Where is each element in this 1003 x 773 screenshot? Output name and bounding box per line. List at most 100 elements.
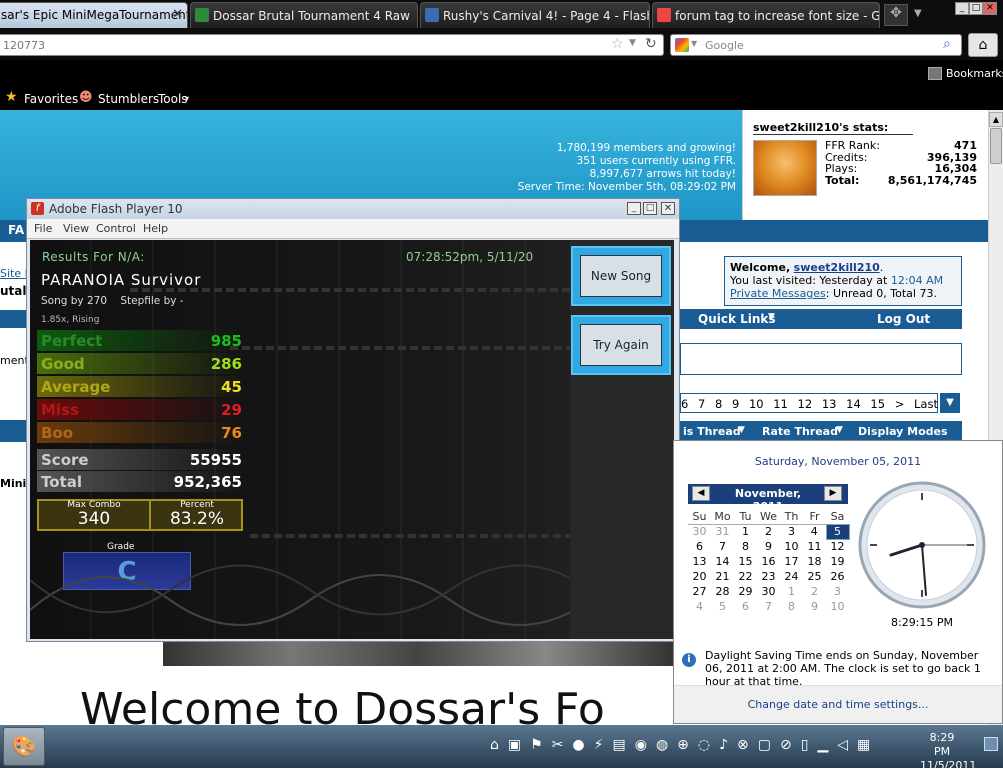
maximize-button[interactable]: □: [969, 2, 983, 15]
display-modes-menu[interactable]: Display Modes: [858, 425, 948, 438]
day-cell[interactable]: 23: [757, 569, 780, 584]
tray-icon[interactable]: ⚡: [594, 737, 613, 753]
home-button[interactable]: ⌂: [968, 33, 998, 57]
day-cell[interactable]: 5: [711, 599, 734, 614]
day-cell[interactable]: 28: [711, 584, 734, 599]
stumblers-button[interactable]: Stumblers: [98, 92, 159, 106]
tray-icon[interactable]: ⊘: [780, 737, 801, 753]
day-cell[interactable]: 6: [734, 599, 757, 614]
private-messages-link[interactable]: Private Messages: [730, 287, 826, 300]
tab-dossar-brutal[interactable]: Dossar Brutal Tournament 4 Raw: [190, 2, 418, 28]
rate-thread-menu[interactable]: Rate Thread: [762, 425, 838, 438]
day-cell[interactable]: 21: [711, 569, 734, 584]
reload-icon[interactable]: ↻: [645, 36, 657, 52]
tray-icon[interactable]: ⚑: [530, 737, 552, 753]
page-link[interactable]: 7: [698, 397, 705, 411]
address-bar[interactable]: 120773 ☆ ▼ ↻: [0, 34, 664, 56]
page-link[interactable]: 8: [715, 397, 722, 411]
thread-tools-menu[interactable]: is Thread: [683, 425, 741, 438]
day-cell[interactable]: 16: [757, 554, 780, 569]
page-link[interactable]: 14: [846, 397, 861, 411]
tab-list-icon[interactable]: ▼: [914, 8, 922, 19]
page-link[interactable]: 12: [798, 397, 813, 411]
scroll-thumb[interactable]: [990, 128, 1002, 164]
paint-taskbar-button[interactable]: 🎨: [3, 727, 45, 766]
close-window-button[interactable]: ✕: [983, 2, 997, 15]
day-cell[interactable]: 7: [711, 539, 734, 554]
day-cell[interactable]: 24: [780, 569, 803, 584]
menu-file[interactable]: File: [34, 222, 52, 235]
speaker-icon[interactable]: ◁: [837, 737, 857, 753]
page-link[interactable]: 10: [749, 397, 764, 411]
favorites-button[interactable]: Favorites: [24, 92, 78, 106]
day-cell[interactable]: 10: [780, 539, 803, 554]
maximize-button[interactable]: □: [643, 202, 657, 215]
tray-icon[interactable]: ✂: [552, 737, 573, 753]
day-cell[interactable]: 3: [826, 584, 849, 599]
day-cell[interactable]: 29: [734, 584, 757, 599]
username-link[interactable]: sweet2kill210: [794, 261, 880, 274]
day-cell[interactable]: 8: [780, 599, 803, 614]
tray-icon[interactable]: ⊕: [677, 737, 698, 753]
scroll-up-icon[interactable]: ▲: [989, 112, 1003, 127]
day-cell[interactable]: 4: [803, 524, 826, 539]
page-link[interactable]: 15: [870, 397, 885, 411]
day-cell[interactable]: 2: [757, 524, 780, 539]
day-cell[interactable]: 26: [826, 569, 849, 584]
quick-links-menu[interactable]: Quick Links: [698, 312, 776, 326]
faq-link[interactable]: FA: [8, 223, 24, 237]
day-cell[interactable]: 6: [688, 539, 711, 554]
tray-icon[interactable]: ●: [572, 737, 593, 753]
day-cell[interactable]: 17: [780, 554, 803, 569]
next-month-button[interactable]: ▶: [824, 486, 842, 501]
bookmark-star-icon[interactable]: ☆: [611, 36, 624, 52]
new-tab-button[interactable]: ✥: [884, 4, 908, 26]
menu-view[interactable]: View: [63, 222, 89, 235]
try-again-button[interactable]: Try Again: [571, 315, 671, 375]
page-link[interactable]: 6: [681, 397, 688, 411]
log-out-link[interactable]: Log Out: [877, 312, 930, 326]
day-cell[interactable]: 20: [688, 569, 711, 584]
day-cell[interactable]: 15: [734, 554, 757, 569]
tab-dossar-epic[interactable]: sar's Epic MiniMegaTournament o... ✕: [0, 2, 188, 28]
close-tab-icon[interactable]: ✕: [172, 7, 183, 22]
menu-control[interactable]: Control: [96, 222, 136, 235]
page-jump-dropdown[interactable]: ▼: [940, 393, 960, 413]
tray-icon[interactable]: ◌: [698, 737, 719, 753]
page-link[interactable]: 13: [822, 397, 837, 411]
day-cell[interactable]: 11: [803, 539, 826, 554]
tray-icon[interactable]: ◍: [656, 737, 677, 753]
page-link[interactable]: 11: [773, 397, 788, 411]
day-cell[interactable]: 25: [803, 569, 826, 584]
close-button[interactable]: ✕: [661, 202, 675, 215]
dropdown-icon[interactable]: ▼: [629, 38, 636, 48]
day-cell[interactable]: 31: [711, 524, 734, 539]
show-desktop-button[interactable]: [984, 737, 998, 751]
search-input[interactable]: ▼ Google ⌕: [670, 34, 962, 56]
day-cell[interactable]: 8: [734, 539, 757, 554]
day-cell[interactable]: 1: [780, 584, 803, 599]
day-cell[interactable]: 18: [803, 554, 826, 569]
day-cell[interactable]: 12: [826, 539, 849, 554]
tray-icon[interactable]: ⊗: [737, 737, 758, 753]
day-cell[interactable]: 30: [757, 584, 780, 599]
menu-help[interactable]: Help: [143, 222, 168, 235]
day-cell[interactable]: 27: [688, 584, 711, 599]
dropdown-icon[interactable]: ▼: [691, 39, 697, 48]
day-cell[interactable]: 9: [803, 599, 826, 614]
day-cell[interactable]: 22: [734, 569, 757, 584]
minimize-button[interactable]: _: [627, 202, 641, 215]
tab-rushys-carnival[interactable]: Rushy's Carnival 4! - Page 4 - FlashFl..…: [420, 2, 650, 28]
tab-google-search[interactable]: forum tag to increase font size - Goo...: [652, 2, 880, 28]
minimize-button[interactable]: _: [955, 2, 969, 15]
day-cell[interactable]: 10: [826, 599, 849, 614]
page-link[interactable]: 9: [732, 397, 739, 411]
calendar-date-header[interactable]: Saturday, November 05, 2011: [674, 455, 1002, 468]
tray-icon[interactable]: ⌂: [490, 737, 508, 753]
day-cell[interactable]: 13: [688, 554, 711, 569]
day-cell[interactable]: 30: [688, 524, 711, 539]
change-date-time-link[interactable]: Change date and time settings...: [674, 698, 1002, 711]
taskbar-clock[interactable]: 8:29 PM 11/5/2011: [920, 731, 976, 773]
bookmarks-button[interactable]: Bookmarks: [946, 67, 1003, 80]
tray-icon[interactable]: ▢: [758, 737, 780, 753]
